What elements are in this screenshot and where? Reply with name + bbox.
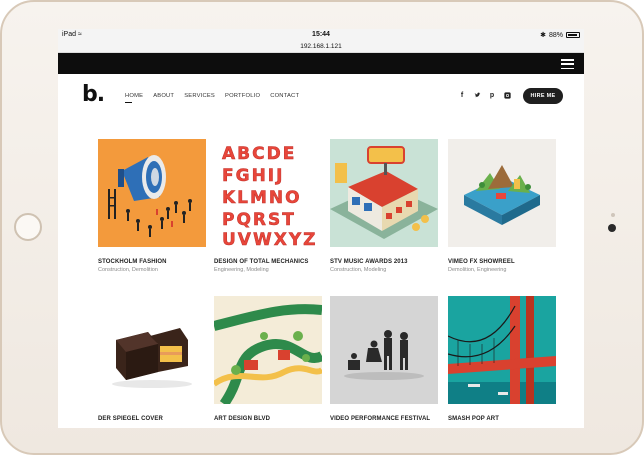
portfolio-title[interactable]: DESIGN OF TOTAL MECHANICS (214, 259, 322, 265)
portfolio-title[interactable]: VIDEO PERFORMANCE FESTIVAL (330, 416, 438, 422)
camera (608, 224, 616, 232)
portfolio-tags: Demolition, Engineering (448, 267, 507, 273)
site-logo[interactable]: b. (82, 82, 105, 107)
portfolio-item[interactable]: VIMEO FX SHOWREEL Demolition, Engineerin… (448, 139, 556, 273)
portfolio-thumb-megaphone[interactable] (98, 139, 206, 247)
portfolio-title[interactable]: ART DESIGN BLVD (214, 416, 322, 422)
nav-portfolio[interactable]: PORTFOLIO (225, 93, 260, 99)
alphabet-row-5: UVWXYZ (222, 230, 317, 247)
portfolio-item[interactable]: ABCDE FGHIJ KLMNO PQRST UVWXYZ DESIGN OF… (214, 139, 322, 273)
twitter-icon[interactable] (473, 92, 481, 101)
top-bar (58, 53, 584, 74)
battery-icon (566, 32, 580, 38)
battery-percent: 88% (548, 31, 563, 39)
site-header: b. HOME ABOUT SERVICES PORTFOLIO CONTACT… (58, 74, 584, 124)
main-nav: HOME ABOUT SERVICES PORTFOLIO CONTACT (125, 93, 309, 103)
social-links: f p (458, 92, 511, 101)
instagram-icon[interactable] (503, 92, 511, 101)
portfolio-thumb-diner[interactable] (330, 139, 438, 247)
nav-services[interactable]: SERVICES (184, 93, 215, 99)
alphabet-row-2: FGHIJ (222, 166, 284, 186)
screen: iPad ≈ 15:44 ✱ 88% 192.168.1.121 b. HOME… (58, 29, 584, 428)
ipad-frame: iPad ≈ 15:44 ✱ 88% 192.168.1.121 b. HOME… (0, 0, 644, 455)
nav-about[interactable]: ABOUT (153, 93, 174, 99)
alphabet-row-1: ABCDE (222, 144, 296, 164)
portfolio-title[interactable]: STOCKHOLM FASHION (98, 259, 206, 265)
portfolio-tags: Engineering, Modeling (214, 267, 269, 273)
bluetooth-icon: ✱ (540, 32, 546, 39)
portfolio-title[interactable]: STV MUSIC AWARDS 2013 (330, 259, 438, 265)
sensor (611, 213, 615, 217)
url-bar[interactable]: 192.168.1.121 (58, 41, 584, 53)
portfolio-tags: Construction, Modeling (330, 267, 387, 273)
menu-icon[interactable] (561, 59, 574, 69)
facebook-icon[interactable]: f (458, 92, 466, 101)
alphabet-row-4: PQRST (222, 210, 296, 230)
portfolio-item[interactable]: VIDEO PERFORMANCE FESTIVAL (330, 296, 438, 422)
status-right: ✱ 88% (540, 31, 580, 39)
nav-home[interactable]: HOME (125, 93, 143, 103)
pinterest-icon[interactable]: p (488, 92, 496, 101)
portfolio-item[interactable]: STV MUSIC AWARDS 2013 Construction, Mode… (330, 139, 438, 273)
home-button[interactable] (14, 213, 42, 241)
portfolio-thumb-cake[interactable] (98, 296, 206, 404)
nav-contact[interactable]: CONTACT (270, 93, 299, 99)
portfolio-thumb-bridge[interactable] (448, 296, 556, 404)
portfolio-title[interactable]: VIMEO FX SHOWREEL (448, 259, 556, 265)
portfolio-thumb-island[interactable] (448, 139, 556, 247)
portfolio-item[interactable]: STOCKHOLM FASHION Construction, Demoliti… (98, 139, 206, 273)
status-bar: iPad ≈ 15:44 ✱ 88% (58, 29, 584, 41)
portfolio-thumb-performers[interactable] (330, 296, 438, 404)
status-time: 15:44 (312, 31, 330, 38)
hire-me-button[interactable]: HIRE ME (523, 88, 563, 104)
portfolio-thumb-alphabet[interactable]: ABCDE FGHIJ KLMNO PQRST UVWXYZ (214, 139, 322, 247)
portfolio-item[interactable]: DER SPIEGEL COVER (98, 296, 206, 422)
portfolio-item[interactable]: ART DESIGN BLVD (214, 296, 322, 422)
portfolio-item[interactable]: SMASH POP ART (448, 296, 556, 422)
portfolio-title[interactable]: DER SPIEGEL COVER (98, 416, 206, 422)
alphabet-row-3: KLMNO (222, 188, 302, 208)
portfolio-title[interactable]: SMASH POP ART (448, 416, 556, 422)
portfolio-thumb-road[interactable] (214, 296, 322, 404)
portfolio-tags: Construction, Demolition (98, 267, 158, 273)
